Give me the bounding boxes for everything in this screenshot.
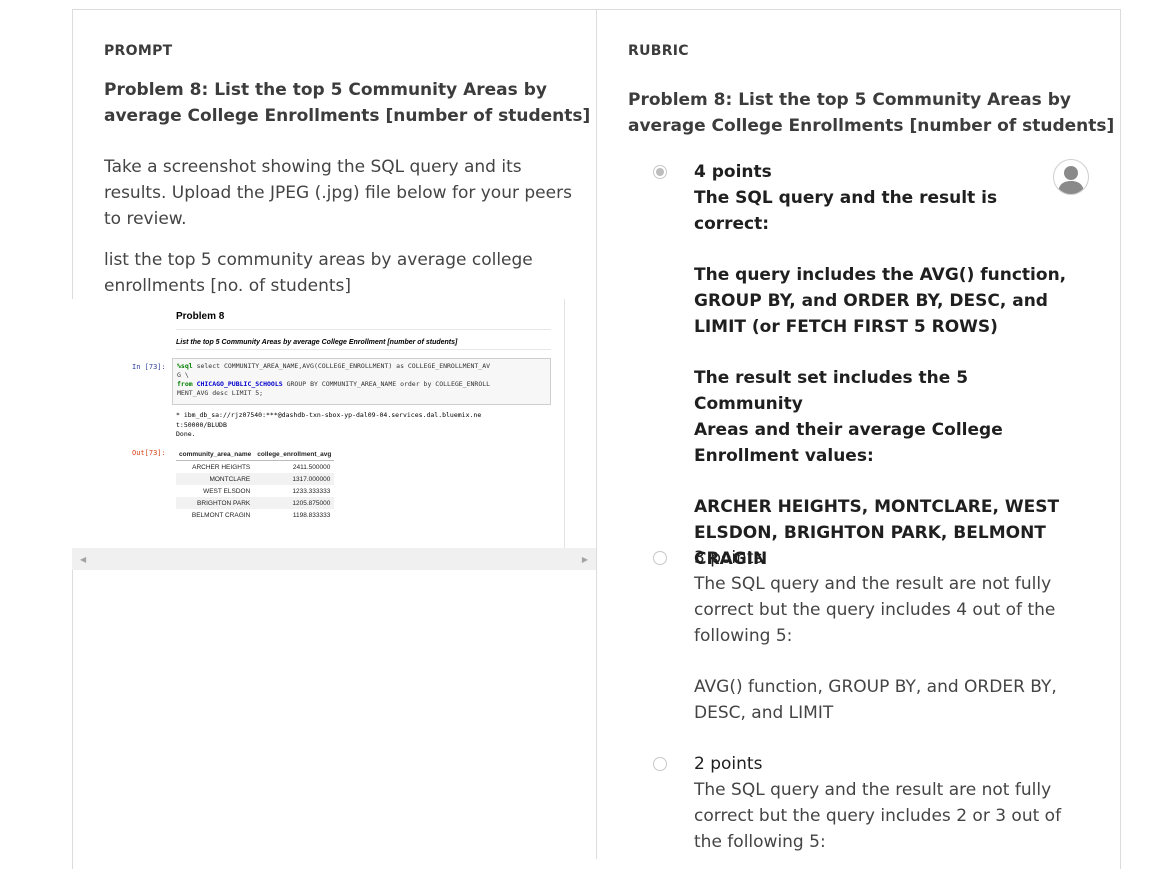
input-prompt: In [73]: [132, 363, 166, 371]
rubric-option-description: The SQL query and the result is correct:… [694, 185, 1074, 572]
code-keyword: %sql [177, 362, 193, 370]
notebook-title: Problem 8 [176, 311, 225, 322]
table-cell: BRIGHTON PARK [176, 497, 255, 509]
table-cell: BELMONT CRAGIN [191, 511, 251, 519]
notebook-rule [176, 349, 551, 350]
sql-code-cell: %sql select COMMUNITY_AREA_NAME,AVG(COLL… [172, 358, 551, 405]
table-cell: 1205.875000 [254, 497, 335, 509]
instructions-line: to review. [104, 209, 187, 229]
rubric-line: GROUP BY, and ORDER BY, DESC, and [694, 291, 1048, 311]
prompt-title-line: Problem 8: List the top 5 Community Area… [104, 80, 547, 100]
code-line: %sql select COMMUNITY_AREA_NAME,AVG(COLL… [177, 362, 546, 371]
table-header: community_area_name [176, 449, 255, 461]
screenshot-edge [564, 299, 565, 548]
code-line: from CHICAGO_PUBLIC_SCHOOLS GROUP BY COM… [177, 380, 546, 389]
result-table: community_area_name college_enrollment_a… [176, 449, 335, 521]
rubric-title-line: average College Enrollments [number of s… [628, 116, 1115, 136]
prompt-title: Problem 8: List the top 5 Community Area… [104, 77, 590, 129]
code-table-name: CHICAGO_PUBLIC_SCHOOLS [192, 380, 283, 388]
notebook-subtitle: List the top 5 Community Areas by averag… [176, 339, 458, 346]
code-text: select COMMUNITY_AREA_NAME,AVG(COLLEGE_E… [192, 362, 491, 370]
stdout-line: * ibm_db_sa://rjz07540:***@dashdb-txn-sb… [176, 411, 482, 419]
rubric-line: ELSDON, BRIGHTON PARK, BELMONT [694, 523, 1046, 543]
rubric-spacer [694, 340, 1074, 365]
scroll-right-arrow-icon[interactable]: ▶ [582, 555, 588, 564]
submission-text: list the top 5 community areas by averag… [104, 247, 533, 299]
rubric-line: LIMIT (or FETCH FIRST 5 ROWS) [694, 317, 998, 337]
table-cell: 2411.500000 [292, 463, 331, 471]
stdout-line: Done. [176, 430, 196, 438]
notebook-rule [176, 329, 551, 330]
rubric-line: DESC, and LIMIT [694, 703, 834, 723]
table-cell: MONTCLARE [176, 473, 255, 485]
rubric-title: Problem 8: List the top 5 Community Area… [628, 87, 1114, 139]
table-row: MONTCLARE 1317.000000 [176, 473, 335, 485]
rubric-option-3-radio[interactable] [653, 551, 667, 565]
submission-line: enrollments [no. of students] [104, 276, 351, 296]
code-line: MENT_AVG desc LIMIT 5; [177, 389, 264, 397]
rubric-line: following 5: [694, 626, 793, 646]
rubric-option-2-radio[interactable] [653, 757, 667, 771]
rubric-option-description: The SQL query and the result are not ful… [694, 777, 1074, 855]
user-avatar-icon [1053, 159, 1089, 195]
table-cell: 1233.333333 [292, 487, 331, 495]
rubric-option-points: 2 points [694, 754, 763, 774]
avatar-silhouette [1058, 166, 1084, 194]
rubric-line: The SQL query and the result are not ful… [694, 780, 1052, 800]
scroll-left-arrow-icon[interactable]: ◀ [80, 555, 86, 564]
horizontal-scrollbar[interactable]: ◀ ▶ [72, 548, 596, 570]
rubric-option-description: The SQL query and the result are not ful… [694, 571, 1074, 726]
table-header-row: community_area_name college_enrollment_a… [176, 449, 335, 461]
submission-screenshot: Problem 8 List the top 5 Community Areas… [72, 299, 596, 548]
rubric-spacer [694, 237, 1074, 262]
code-line: G \ [177, 371, 189, 379]
table-cell: 1317.000000 [254, 473, 335, 485]
table-cell: ARCHER HEIGHTS [192, 463, 251, 471]
rubric-line: Enrollment values: [694, 446, 874, 466]
table-header: college_enrollment_avg [254, 449, 335, 461]
table-row: ARCHER HEIGHTS 2411.500000 [176, 461, 334, 474]
rubric-line: Areas and their average College [694, 420, 1003, 440]
submission-line: list the top 5 community areas by averag… [104, 250, 533, 270]
table-cell: WEST ELSDON [203, 487, 251, 495]
rubric-line: The SQL query and the result are not ful… [694, 574, 1052, 594]
rubric-line: The result set includes the 5 Community [694, 368, 969, 414]
rubric-option-points: 3 points [694, 548, 763, 568]
code-keyword: from [177, 380, 193, 388]
rubric-section-label: RUBRIC [628, 43, 689, 59]
prompt-section-label: PROMPT [104, 43, 173, 59]
rubric-line: correct but the query includes 2 or 3 ou… [694, 806, 1062, 826]
column-divider [596, 9, 597, 859]
table-row: BRIGHTON PARK 1205.875000 [176, 497, 335, 509]
instructions-line: Take a screenshot showing the SQL query … [104, 157, 522, 177]
rubric-option-4-radio[interactable] [653, 165, 667, 179]
prompt-instructions: Take a screenshot showing the SQL query … [104, 154, 572, 232]
rubric-line: ARCHER HEIGHTS, MONTCLARE, WEST [694, 497, 1060, 517]
table-row: BELMONT CRAGIN 1198.833333 [176, 509, 334, 521]
prompt-title-line: average College Enrollments [number of s… [104, 106, 591, 126]
rubric-spacer [694, 469, 1074, 494]
table-cell: 1198.833333 [292, 511, 331, 519]
rubric-spacer [694, 649, 1074, 674]
table-row: WEST ELSDON 1233.333333 [176, 485, 334, 497]
stdout-line: t:50000/BLUDB [176, 420, 227, 429]
rubric-title-line: Problem 8: List the top 5 Community Area… [628, 90, 1071, 110]
rubric-line: AVG() function, GROUP BY, and ORDER BY, [694, 677, 1057, 697]
rubric-line: the following 5: [694, 832, 826, 852]
rubric-line: correct but the query includes 4 out of … [694, 600, 1056, 620]
rubric-option-points: 4 points [694, 162, 772, 182]
cell-stdout: * ibm_db_sa://rjz07540:***@dashdb-txn-sb… [176, 411, 481, 440]
output-prompt: Out[73]: [132, 449, 166, 457]
code-text: GROUP BY COMMUNITY_AREA_NAME order by CO… [282, 380, 491, 388]
rubric-line: The query includes the AVG() function, [694, 265, 1067, 285]
rubric-line: The SQL query and the result is correct: [694, 188, 998, 234]
instructions-line: results. Upload the JPEG (.jpg) file bel… [104, 183, 572, 203]
